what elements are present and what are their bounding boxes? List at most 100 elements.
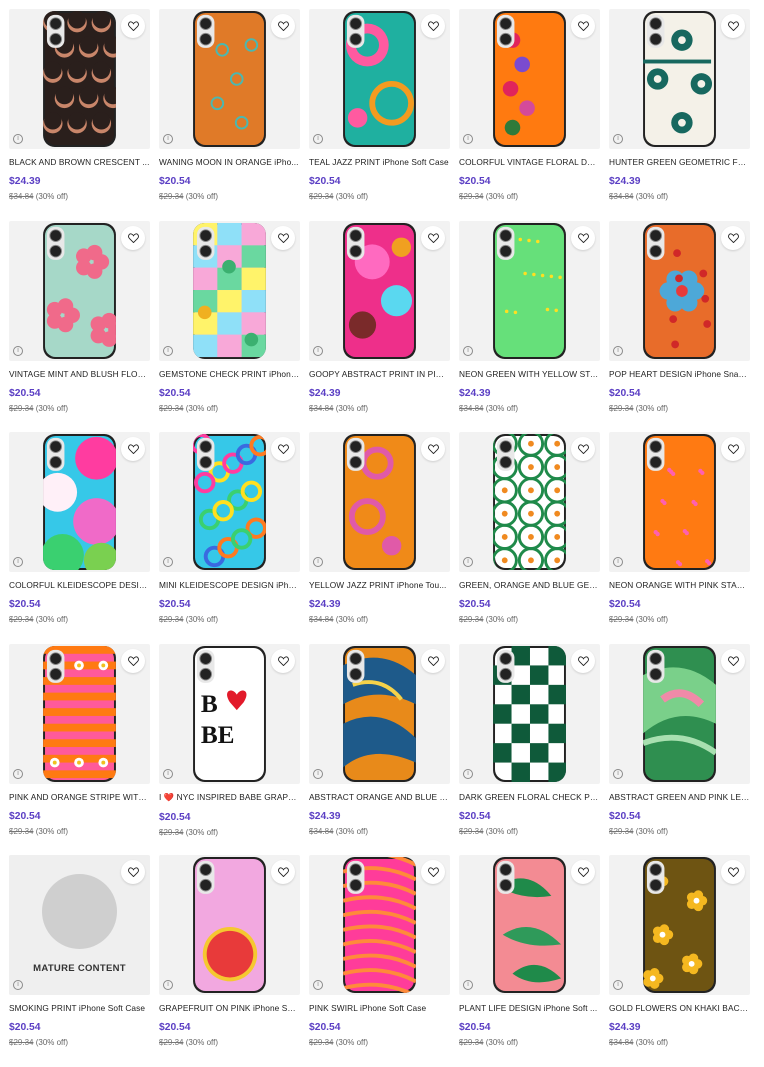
product-title[interactable]: BLACK AND BROWN CRESCENT ... xyxy=(9,157,150,167)
product-image[interactable]: i xyxy=(459,9,600,149)
product-card[interactable]: i GEMSTONE CHECK PRINT iPhone... $20.54 … xyxy=(159,220,300,433)
product-image[interactable]: i xyxy=(459,643,600,784)
product-card[interactable]: i PINK SWIRL iPhone Soft Case $20.54 $29… xyxy=(309,855,450,1067)
product-image[interactable]: i xyxy=(309,643,450,784)
favorite-button[interactable] xyxy=(271,860,295,884)
info-circle-icon[interactable]: i xyxy=(313,345,323,356)
info-circle-icon[interactable]: i xyxy=(613,557,623,567)
product-image[interactable]: i xyxy=(609,855,750,995)
info-circle-icon[interactable]: i xyxy=(613,980,623,990)
product-card[interactable]: i POP HEART DESIGN iPhone Snap ... $20.5… xyxy=(609,220,750,433)
info-circle-icon[interactable]: i xyxy=(313,557,323,567)
favorite-button[interactable] xyxy=(121,648,145,673)
product-card[interactable]: i MINI KLEIDESCOPE DESIGN iPhon... $20.5… xyxy=(159,432,300,644)
product-title[interactable]: GREEN, ORANGE AND BLUE GEO... xyxy=(459,580,600,590)
product-title[interactable]: NEON ORANGE WITH PINK STAR... xyxy=(609,580,750,590)
favorite-button[interactable] xyxy=(571,14,595,38)
product-title[interactable]: GOLD FLOWERS ON KHAKI BACK... xyxy=(609,1003,750,1013)
product-title[interactable]: GRAPEFRUIT ON PINK iPhone Sof... xyxy=(159,1003,300,1013)
product-card[interactable]: i NEON GREEN WITH YELLOW STA... $24.39 $… xyxy=(459,220,600,433)
product-image[interactable]: i xyxy=(309,220,450,361)
product-card[interactable]: i HUNTER GREEN GEOMETRIC FLO... $24.39 $… xyxy=(609,9,750,221)
info-circle-icon[interactable]: i xyxy=(463,134,473,144)
product-title[interactable]: COLORFUL VINTAGE FLORAL DES... xyxy=(459,157,600,167)
favorite-button[interactable] xyxy=(421,225,445,250)
product-card[interactable]: i GOOPY ABSTRACT PRINT IN PINK... $24.39… xyxy=(309,220,450,433)
product-image[interactable]: i xyxy=(9,9,150,149)
info-circle-icon[interactable]: i xyxy=(163,980,173,990)
product-card[interactable]: MATURE CONTENT i SMOKING PRINT iPhone So… xyxy=(9,855,150,1067)
product-title[interactable]: PINK AND ORANGE STRIPE WITH ... xyxy=(9,792,150,802)
product-card[interactable]: i COLORFUL VINTAGE FLORAL DES... $20.54 … xyxy=(459,9,600,221)
product-title[interactable]: GEMSTONE CHECK PRINT iPhone... xyxy=(159,369,300,379)
info-circle-icon[interactable]: i xyxy=(613,768,623,779)
info-circle-icon[interactable]: i xyxy=(313,134,323,144)
info-circle-icon[interactable]: i xyxy=(13,980,23,990)
product-title[interactable]: POP HEART DESIGN iPhone Snap ... xyxy=(609,369,750,379)
product-title[interactable]: HUNTER GREEN GEOMETRIC FLO... xyxy=(609,157,750,167)
info-circle-icon[interactable]: i xyxy=(163,134,173,144)
favorite-button[interactable] xyxy=(121,225,145,250)
favorite-button[interactable] xyxy=(271,648,295,673)
favorite-button[interactable] xyxy=(271,437,295,461)
product-card[interactable]: i WANING MOON IN ORANGE iPho... $20.54 $… xyxy=(159,9,300,221)
favorite-button[interactable] xyxy=(421,437,445,461)
product-title[interactable]: SMOKING PRINT iPhone Soft Case xyxy=(9,1003,150,1013)
product-card[interactable]: i BLACK AND BROWN CRESCENT ... $24.39 $3… xyxy=(9,9,150,221)
info-circle-icon[interactable]: i xyxy=(13,768,23,779)
favorite-button[interactable] xyxy=(271,225,295,250)
favorite-button[interactable] xyxy=(571,225,595,250)
product-title[interactable]: NEON GREEN WITH YELLOW STA... xyxy=(459,369,600,379)
product-card[interactable]: i GOLD FLOWERS ON KHAKI BACK... $24.39 $… xyxy=(609,855,750,1067)
product-title[interactable]: GOOPY ABSTRACT PRINT IN PINK... xyxy=(309,369,450,379)
product-image[interactable]: i xyxy=(609,643,750,784)
product-card[interactable]: i COLORFUL KLEIDESCOPE DESIG... $20.54 $… xyxy=(9,432,150,644)
info-circle-icon[interactable]: i xyxy=(613,345,623,356)
info-circle-icon[interactable]: i xyxy=(163,557,173,567)
product-card[interactable]: B BE i I ❤️ NYC INSPIRED BABE GRAPHI... $… xyxy=(159,643,300,856)
info-circle-icon[interactable]: i xyxy=(463,768,473,779)
product-title[interactable]: DARK GREEN FLORAL CHECK PRI... xyxy=(459,792,600,802)
product-image[interactable]: i xyxy=(459,432,600,572)
favorite-button[interactable] xyxy=(571,437,595,461)
favorite-button[interactable] xyxy=(571,860,595,884)
info-circle-icon[interactable]: i xyxy=(463,345,473,356)
product-card[interactable]: i VINTAGE MINT AND BLUSH FLOR... $20.54 … xyxy=(9,220,150,433)
product-image[interactable]: i xyxy=(159,855,300,995)
product-image[interactable]: i xyxy=(159,220,300,361)
product-title[interactable]: YELLOW JAZZ PRINT iPhone Tou... xyxy=(309,580,450,590)
info-circle-icon[interactable]: i xyxy=(13,134,23,144)
product-title[interactable]: VINTAGE MINT AND BLUSH FLOR... xyxy=(9,369,150,379)
product-image[interactable]: i xyxy=(9,643,150,784)
product-image[interactable]: i xyxy=(609,432,750,572)
product-image[interactable]: i xyxy=(9,220,150,361)
info-circle-icon[interactable]: i xyxy=(163,768,173,779)
favorite-button[interactable] xyxy=(121,437,145,461)
info-circle-icon[interactable]: i xyxy=(463,980,473,990)
product-card[interactable]: i DARK GREEN FLORAL CHECK PRI... $20.54 … xyxy=(459,643,600,856)
product-card[interactable]: i PINK AND ORANGE STRIPE WITH ... $20.54… xyxy=(9,643,150,856)
product-card[interactable]: i GRAPEFRUIT ON PINK iPhone Sof... $20.5… xyxy=(159,855,300,1067)
favorite-button[interactable] xyxy=(721,437,745,461)
favorite-button[interactable] xyxy=(121,14,145,38)
favorite-button[interactable] xyxy=(421,14,445,38)
product-image[interactable]: i xyxy=(309,432,450,572)
product-image[interactable]: i xyxy=(309,855,450,995)
info-circle-icon[interactable]: i xyxy=(313,768,323,779)
favorite-button[interactable] xyxy=(721,14,745,38)
product-title[interactable]: WANING MOON IN ORANGE iPho... xyxy=(159,157,300,167)
favorite-button[interactable] xyxy=(571,648,595,673)
product-image[interactable]: i xyxy=(609,220,750,361)
product-card[interactable]: i GREEN, ORANGE AND BLUE GEO... $20.54 $… xyxy=(459,432,600,644)
product-image[interactable]: i xyxy=(609,9,750,149)
product-card[interactable]: i YELLOW JAZZ PRINT iPhone Tou... $24.39… xyxy=(309,432,450,644)
product-title[interactable]: ABSTRACT ORANGE AND BLUE L... xyxy=(309,792,450,802)
favorite-button[interactable] xyxy=(721,225,745,250)
product-title[interactable]: I ❤️ NYC INSPIRED BABE GRAPHI... xyxy=(159,792,300,803)
product-image[interactable]: i xyxy=(459,220,600,361)
favorite-button[interactable] xyxy=(121,860,145,884)
product-title[interactable]: PLANT LIFE DESIGN iPhone Soft ... xyxy=(459,1003,600,1013)
product-title[interactable]: COLORFUL KLEIDESCOPE DESIG... xyxy=(9,580,150,590)
product-card[interactable]: i NEON ORANGE WITH PINK STAR... $20.54 $… xyxy=(609,432,750,644)
info-circle-icon[interactable]: i xyxy=(163,345,173,356)
